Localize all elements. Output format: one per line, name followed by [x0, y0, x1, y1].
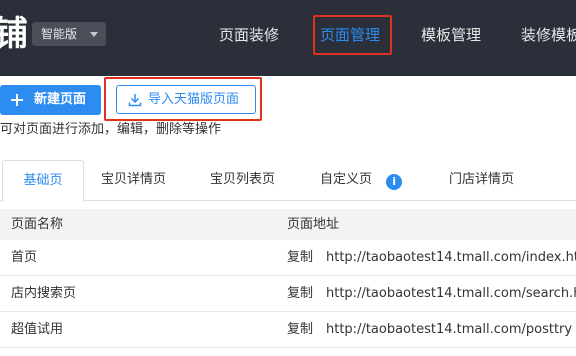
download-icon: [128, 94, 142, 107]
tab-item-detail-pages[interactable]: 宝贝详情页: [101, 160, 166, 201]
page-url-cell: http://taobaotest14.tmall.com/search.htm: [326, 286, 576, 301]
top-nav-bar: 铺 智能版 页面装修 页面管理 模板管理 装修模板: [0, 0, 576, 76]
page-name-cell: 首页: [11, 250, 38, 265]
nav-decoration-templates[interactable]: 装修模板: [521, 24, 576, 46]
new-page-button[interactable]: 新建页面: [0, 85, 101, 115]
tab-item-list-pages[interactable]: 宝贝列表页: [210, 160, 275, 201]
import-label: 导入天猫版页面: [148, 92, 240, 107]
page-name-cell: 店内搜索页: [11, 286, 77, 301]
edition-dropdown[interactable]: 智能版: [32, 22, 106, 46]
page-type-tabs: 基础页 宝贝详情页 宝贝列表页 自定义页 i 门店详情页: [0, 160, 576, 202]
tab-basic-pages[interactable]: 基础页: [2, 160, 84, 202]
table-header: 页面名称 页面地址: [0, 209, 576, 240]
page-name-cell: 超值试用: [11, 322, 64, 337]
nav-template-management[interactable]: 模板管理: [421, 24, 481, 46]
plus-icon: [11, 94, 23, 106]
caret-down-icon: [90, 32, 98, 37]
tab-store-detail-pages[interactable]: 门店详情页: [449, 160, 514, 201]
new-page-label: 新建页面: [34, 92, 87, 107]
column-header-page-url: 页面地址: [287, 217, 340, 232]
copy-link[interactable]: 复制: [287, 240, 313, 275]
page-url-cell: http://taobaotest14.tmall.com/posttry: [326, 322, 573, 337]
tab-custom-pages[interactable]: 自定义页 i: [320, 160, 403, 201]
logo: 铺: [0, 14, 28, 54]
copy-link[interactable]: 复制: [287, 312, 313, 347]
table-row: 超值试用 复制 http://taobaotest14.tmall.com/po…: [0, 312, 576, 348]
tab-custom-pages-label: 自定义页: [320, 172, 373, 187]
edition-label: 智能版: [41, 27, 78, 41]
copy-link[interactable]: 复制: [287, 276, 313, 311]
table-row: 首页 复制 http://taobaotest14.tmall.com/inde…: [0, 240, 576, 276]
operation-hint: 可对页面进行添加，编辑，删除等操作: [0, 122, 222, 137]
table-row: 店内搜索页 复制 http://taobaotest14.tmall.com/s…: [0, 276, 576, 312]
page-url-cell: http://taobaotest14.tmall.com/index.htm: [326, 250, 576, 265]
info-icon[interactable]: i: [386, 174, 403, 190]
nav-page-decoration[interactable]: 页面装修: [219, 24, 279, 46]
nav-page-management[interactable]: 页面管理: [320, 24, 380, 46]
import-tmall-page-button[interactable]: 导入天猫版页面: [116, 85, 256, 114]
column-header-page-name: 页面名称: [11, 217, 64, 232]
